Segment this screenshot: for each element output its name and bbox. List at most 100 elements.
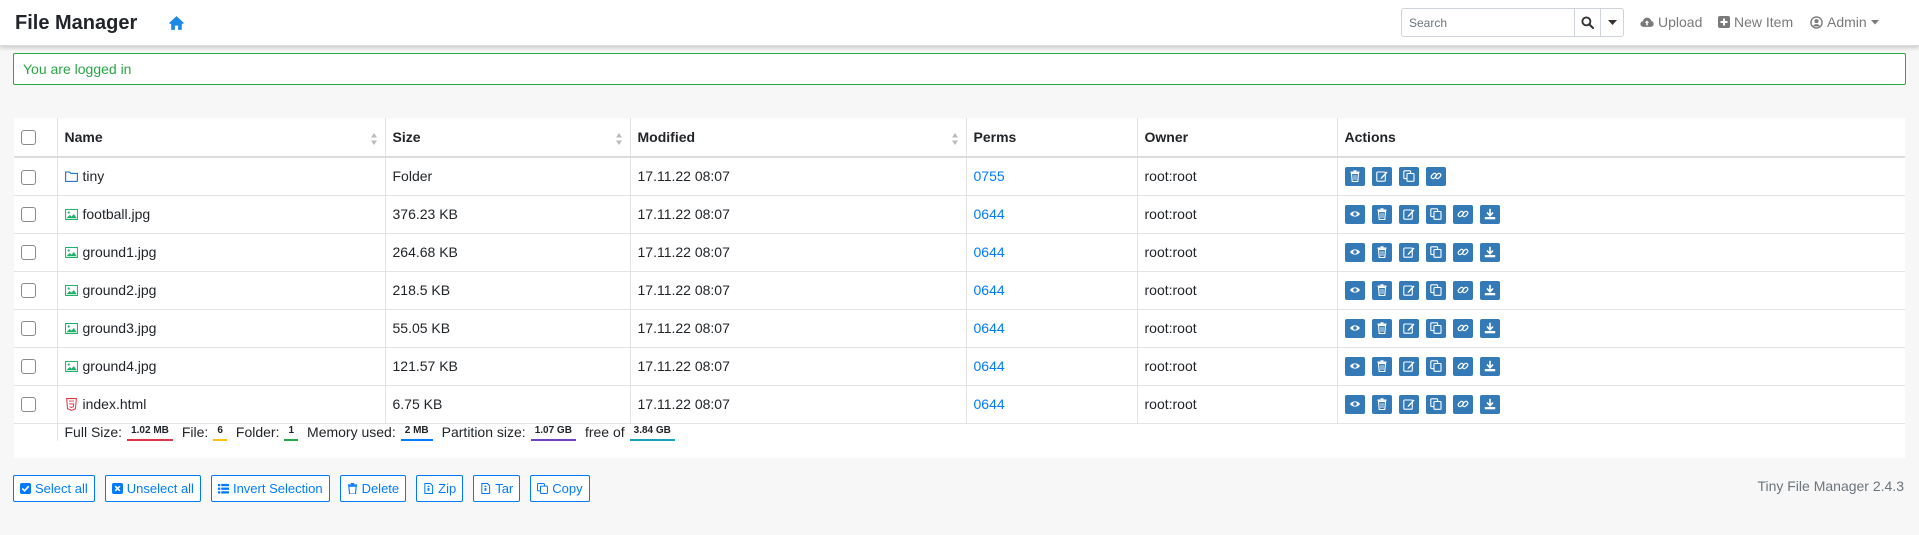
view-button[interactable]	[1344, 280, 1365, 300]
copy-icon	[1429, 398, 1442, 410]
column-header-size[interactable]: Size	[385, 118, 631, 158]
app-title[interactable]: File Manager	[15, 12, 137, 35]
perms-link[interactable]: 0644	[974, 358, 1005, 374]
row-checkbox[interactable]	[21, 359, 36, 375]
copy-to-button[interactable]	[1425, 356, 1446, 376]
view-button[interactable]	[1344, 356, 1365, 376]
file-link[interactable]: football.jpg	[64, 206, 378, 222]
download-button[interactable]	[1479, 356, 1500, 376]
row-checkbox[interactable]	[21, 207, 36, 223]
size-cell: 55.05 KB	[385, 309, 631, 348]
zip-button[interactable]: Zip	[416, 475, 464, 502]
tar-button[interactable]: Tar	[473, 475, 521, 502]
file-link[interactable]: ground1.jpg	[64, 244, 378, 260]
rename-button[interactable]	[1398, 318, 1419, 338]
select-all-button[interactable]: Select all	[13, 475, 95, 502]
row-actions	[1344, 394, 1899, 414]
download-button[interactable]	[1479, 394, 1500, 414]
select-all-header	[14, 118, 58, 158]
row-select-cell	[14, 195, 58, 234]
unselect-all-button[interactable]: Unselect all	[104, 475, 201, 502]
rename-button[interactable]	[1398, 356, 1419, 376]
file-link[interactable]: tiny	[64, 168, 378, 185]
perms-link[interactable]: 0755	[974, 168, 1005, 184]
perms-link[interactable]: 0644	[974, 244, 1005, 260]
select-all-checkbox[interactable]	[21, 130, 36, 146]
view-button[interactable]	[1344, 394, 1365, 414]
direct-link-button[interactable]	[1452, 356, 1473, 376]
link-icon	[1430, 173, 1441, 180]
search-input[interactable]	[1402, 9, 1574, 36]
download-button[interactable]	[1479, 204, 1500, 224]
perms-link[interactable]: 0644	[974, 206, 1005, 222]
trash-icon	[1350, 170, 1359, 183]
direct-link-button[interactable]	[1425, 166, 1446, 186]
copy-to-button[interactable]	[1425, 280, 1446, 300]
row-select-cell	[14, 233, 58, 272]
column-header-name[interactable]: Name	[57, 118, 386, 158]
copy-icon	[1402, 170, 1415, 183]
direct-link-button[interactable]	[1452, 280, 1473, 300]
column-header-modified[interactable]: Modified	[630, 118, 967, 158]
file-link[interactable]: ground2.jpg	[64, 282, 378, 298]
view-button[interactable]	[1344, 242, 1365, 262]
delete-button[interactable]	[1371, 204, 1392, 224]
check-square-icon	[20, 483, 31, 494]
column-header-owner: Owner	[1137, 118, 1338, 158]
version-label[interactable]: Tiny File Manager 2.4.3	[1757, 478, 1904, 494]
owner-cell: root:root	[1137, 309, 1338, 348]
delete-button[interactable]	[1371, 356, 1392, 376]
perms-link[interactable]: 0644	[974, 396, 1005, 412]
search-options-dropdown[interactable]	[1600, 9, 1624, 36]
rename-button[interactable]	[1371, 166, 1392, 186]
edit-icon	[1402, 285, 1414, 296]
download-button[interactable]	[1479, 318, 1500, 338]
row-checkbox[interactable]	[21, 397, 36, 413]
direct-link-button[interactable]	[1452, 242, 1473, 262]
delete-button[interactable]	[1371, 394, 1392, 414]
search-button[interactable]	[1574, 9, 1600, 36]
row-checkbox[interactable]	[21, 169, 36, 185]
row-checkbox[interactable]	[21, 245, 36, 261]
direct-link-button[interactable]	[1452, 204, 1473, 224]
copy-to-button[interactable]	[1425, 394, 1446, 414]
file-link[interactable]: ground4.jpg	[64, 358, 378, 374]
copy-to-button[interactable]	[1425, 318, 1446, 338]
new-item-link[interactable]: New Item	[1718, 14, 1793, 30]
row-checkbox[interactable]	[21, 321, 36, 337]
row-checkbox[interactable]	[21, 283, 36, 299]
rename-button[interactable]	[1398, 280, 1419, 300]
file-link[interactable]: ground3.jpg	[64, 320, 378, 336]
delete-button[interactable]	[1371, 242, 1392, 262]
delete-button[interactable]	[1344, 166, 1365, 186]
summary-cell: Full Size: 1.02 MB File: 6 Folder: 1 Mem…	[57, 423, 1905, 441]
admin-menu[interactable]: Admin	[1810, 14, 1879, 30]
home-icon[interactable]	[168, 15, 185, 31]
delete-button[interactable]: Delete	[339, 475, 407, 502]
rename-button[interactable]	[1398, 394, 1419, 414]
upload-link[interactable]: Upload	[1640, 14, 1702, 30]
folder-count-label: Folder:	[235, 424, 280, 440]
copy-to-button[interactable]	[1398, 166, 1419, 186]
new-item-label: New Item	[1734, 14, 1794, 30]
rename-button[interactable]	[1398, 204, 1419, 224]
delete-button[interactable]	[1371, 318, 1392, 338]
download-button[interactable]	[1479, 242, 1500, 262]
view-button[interactable]	[1344, 204, 1365, 224]
perms-link[interactable]: 0644	[974, 282, 1005, 298]
copy-to-button[interactable]	[1425, 204, 1446, 224]
copy-button[interactable]: Copy	[530, 475, 590, 502]
delete-button[interactable]	[1371, 280, 1392, 300]
owner-cell: root:root	[1137, 157, 1338, 196]
eye-icon	[1349, 363, 1360, 369]
download-button[interactable]	[1479, 280, 1500, 300]
direct-link-button[interactable]	[1452, 394, 1473, 414]
file-name: tiny	[82, 168, 105, 185]
rename-button[interactable]	[1398, 242, 1419, 262]
view-button[interactable]	[1344, 318, 1365, 338]
direct-link-button[interactable]	[1452, 318, 1473, 338]
file-link[interactable]: index.html	[65, 396, 378, 412]
invert-selection-button[interactable]: Invert Selection	[210, 475, 330, 502]
copy-to-button[interactable]	[1425, 242, 1446, 262]
perms-link[interactable]: 0644	[974, 320, 1005, 336]
